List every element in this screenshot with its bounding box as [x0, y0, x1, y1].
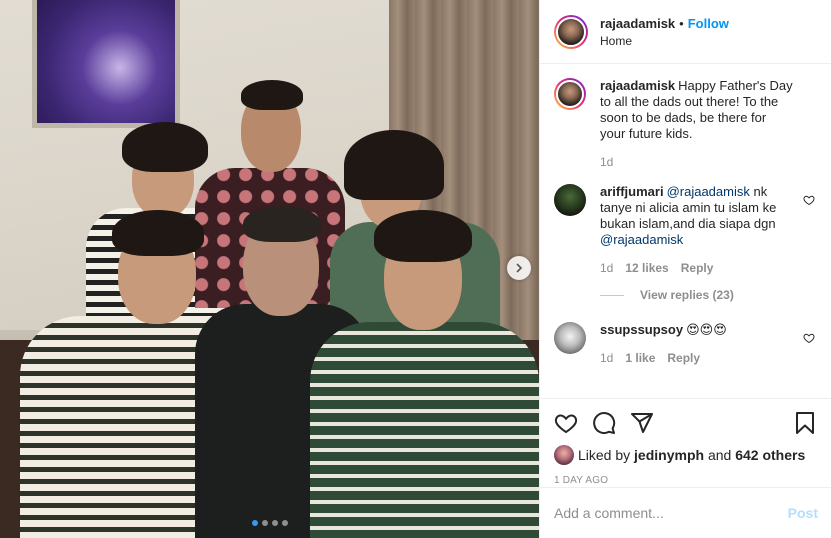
heart-icon[interactable] [554, 411, 578, 435]
post-photo[interactable] [0, 0, 539, 538]
liker-username[interactable]: jedinymph [634, 447, 704, 463]
comment-mention[interactable]: @rajaadamisk [667, 184, 750, 199]
comment-mention[interactable]: @rajaadamisk [600, 232, 683, 247]
comments-list[interactable]: rajaadamisk Happy Father's Day to all the… [540, 64, 831, 398]
post-header: rajaadamisk • Follow Home [540, 0, 831, 64]
instagram-post: rajaadamisk • Follow Home rajaadamisk Hap… [0, 0, 831, 538]
comment-input[interactable] [554, 505, 788, 521]
view-replies-button[interactable]: View replies (23) [600, 288, 817, 302]
carousel-dots [252, 520, 288, 526]
author-username[interactable]: rajaadamisk [600, 16, 675, 31]
likes-and: and [707, 447, 732, 463]
comment-username[interactable]: ariffjumari [600, 184, 664, 199]
post-comment-button[interactable]: Post [788, 505, 818, 521]
comment-likes[interactable]: 12 likes [625, 260, 668, 276]
chevron-right-icon [516, 263, 523, 273]
carousel-dot[interactable] [262, 520, 268, 526]
replies-divider [600, 294, 624, 296]
caption-username[interactable]: rajaadamisk [600, 78, 675, 93]
header-separator: • [679, 15, 684, 31]
view-replies-label: View replies (23) [640, 288, 734, 302]
likes-others[interactable]: 642 others [735, 447, 805, 463]
commenter-avatar[interactable] [554, 322, 586, 354]
carousel-next-button[interactable] [507, 256, 531, 280]
post-location[interactable]: Home [600, 34, 729, 48]
comment-username[interactable]: ssupssupsoy [600, 322, 683, 337]
heart-icon[interactable] [803, 332, 815, 344]
likes-prefix: Liked by [578, 447, 631, 463]
reply-button[interactable]: Reply [681, 260, 714, 276]
reply-button[interactable]: Reply [667, 350, 700, 366]
comment-text: 😍😍😍 [686, 322, 727, 337]
carousel-dot[interactable] [252, 520, 258, 526]
caption-time[interactable]: 1d [600, 154, 613, 170]
post-timestamp[interactable]: 1 DAY AGO [554, 475, 817, 486]
photo-painting [32, 0, 180, 128]
comment-time[interactable]: 1d [600, 260, 613, 276]
likes-summary[interactable]: Liked by jedinymph and 642 others [554, 445, 817, 465]
bookmark-icon[interactable] [793, 411, 817, 435]
caption: rajaadamisk Happy Father's Day to all the… [554, 78, 817, 170]
post-side-panel: rajaadamisk • Follow Home rajaadamisk Hap… [539, 0, 831, 538]
author-avatar[interactable] [554, 14, 588, 49]
comment-time[interactable]: 1d [600, 350, 613, 366]
liker-avatar [554, 445, 574, 465]
caption-avatar[interactable] [554, 78, 586, 110]
comment-item: ariffjumari @rajaadamisk nk tanye ni alic… [554, 184, 817, 276]
follow-button[interactable]: Follow [688, 16, 729, 31]
add-comment-bar: Post [540, 487, 831, 538]
comment-likes[interactable]: 1 like [625, 350, 655, 366]
carousel-dot[interactable] [282, 520, 288, 526]
comment-item: ssupssupsoy 😍😍😍 1d 1 like Reply [554, 322, 817, 366]
share-icon[interactable] [630, 411, 654, 435]
commenter-avatar[interactable] [554, 184, 586, 216]
heart-icon[interactable] [803, 194, 815, 206]
carousel-dot[interactable] [272, 520, 278, 526]
comment-icon[interactable] [592, 411, 616, 435]
